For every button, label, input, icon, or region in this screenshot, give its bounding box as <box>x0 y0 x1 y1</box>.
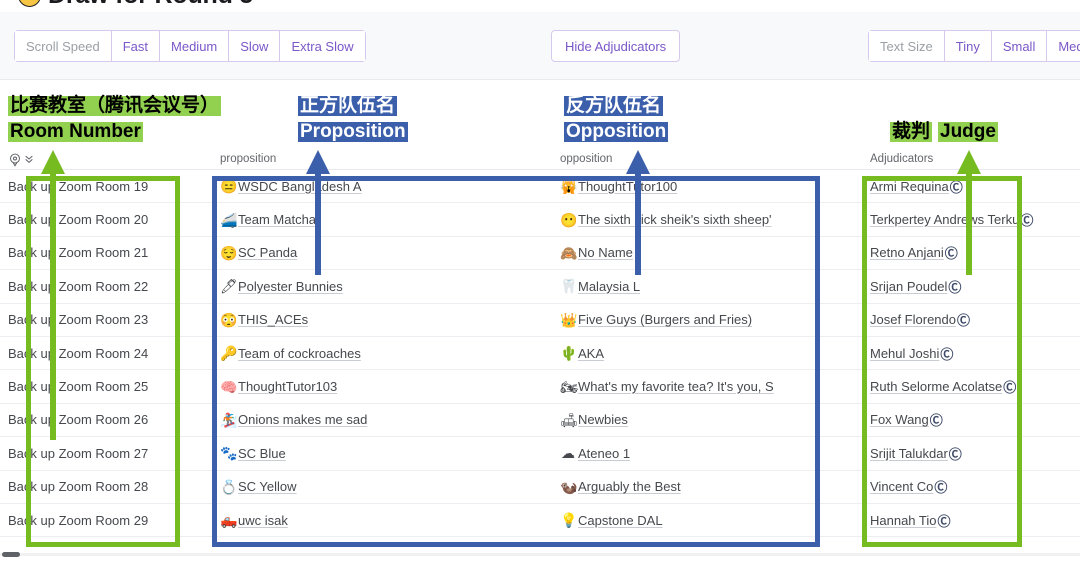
scroll-speed-group: Scroll Speed Fast Medium Slow Extra Slow <box>14 30 366 62</box>
arrow-room <box>40 150 66 440</box>
scroll-speed-medium-button[interactable]: Medium <box>160 31 229 61</box>
scroll-speed-label: Scroll Speed <box>15 31 112 61</box>
annotation-label-proposition-cn: 正方队伍名 <box>298 96 397 116</box>
annotation-label-adjudicators-en: Judge <box>938 122 998 142</box>
table-header-row: proposition opposition Adjudicators <box>0 148 1080 170</box>
location-pin-icon <box>8 153 22 167</box>
text-size-medium-button[interactable]: Med <box>1047 31 1080 61</box>
annotation-box-proposition <box>212 176 820 547</box>
scroll-speed-fast-button[interactable]: Fast <box>112 31 160 61</box>
annotation-label-room-en: Room Number <box>8 122 143 142</box>
crescent-moon-icon <box>18 0 41 9</box>
header-opposition[interactable]: opposition <box>552 153 862 165</box>
chair-badge-icon: Ⓒ <box>1020 210 1033 229</box>
scroll-speed-extra-slow-button[interactable]: Extra Slow <box>280 31 364 61</box>
page-title: Draw for Round 5 <box>0 0 1080 12</box>
hide-adjudicators-button[interactable]: Hide Adjudicators <box>551 30 680 62</box>
text-size-small-button[interactable]: Small <box>992 31 1048 61</box>
text-size-label: Text Size <box>869 31 945 61</box>
page-title-text: Draw for Round 5 <box>48 0 253 10</box>
annotation-label-opposition-cn: 反方队伍名 <box>564 96 663 116</box>
text-size-tiny-button[interactable]: Tiny <box>945 31 992 61</box>
arrow-adjudicators <box>956 150 982 275</box>
toolbar: Scroll Speed Fast Medium Slow Extra Slow… <box>0 12 1080 80</box>
header-proposition[interactable]: proposition <box>212 153 552 165</box>
scrollbar-thumb[interactable] <box>2 552 20 557</box>
arrow-opposition <box>625 150 651 275</box>
annotation-box-adjudicators <box>862 176 1022 547</box>
header-room[interactable] <box>0 152 212 166</box>
sort-descending-icon[interactable] <box>24 154 34 164</box>
annotation-label-opposition-en: Opposition <box>564 122 668 142</box>
annotation-label-adjudicators-cn: 裁判 <box>890 122 932 142</box>
annotation-label-proposition-en: Proposition <box>298 122 408 142</box>
text-size-group: Text Size Tiny Small Med <box>868 30 1080 62</box>
arrow-proposition <box>305 150 331 275</box>
scroll-speed-slow-button[interactable]: Slow <box>229 31 280 61</box>
draw-page: Draw for Round 5 Scroll Speed Fast Mediu… <box>0 0 1080 569</box>
annotation-label-room-cn: 比赛教室（腾讯会议号） <box>8 96 221 116</box>
scrollbar-track[interactable] <box>0 553 1080 556</box>
horizontal-scrollbar[interactable] <box>0 552 1080 557</box>
